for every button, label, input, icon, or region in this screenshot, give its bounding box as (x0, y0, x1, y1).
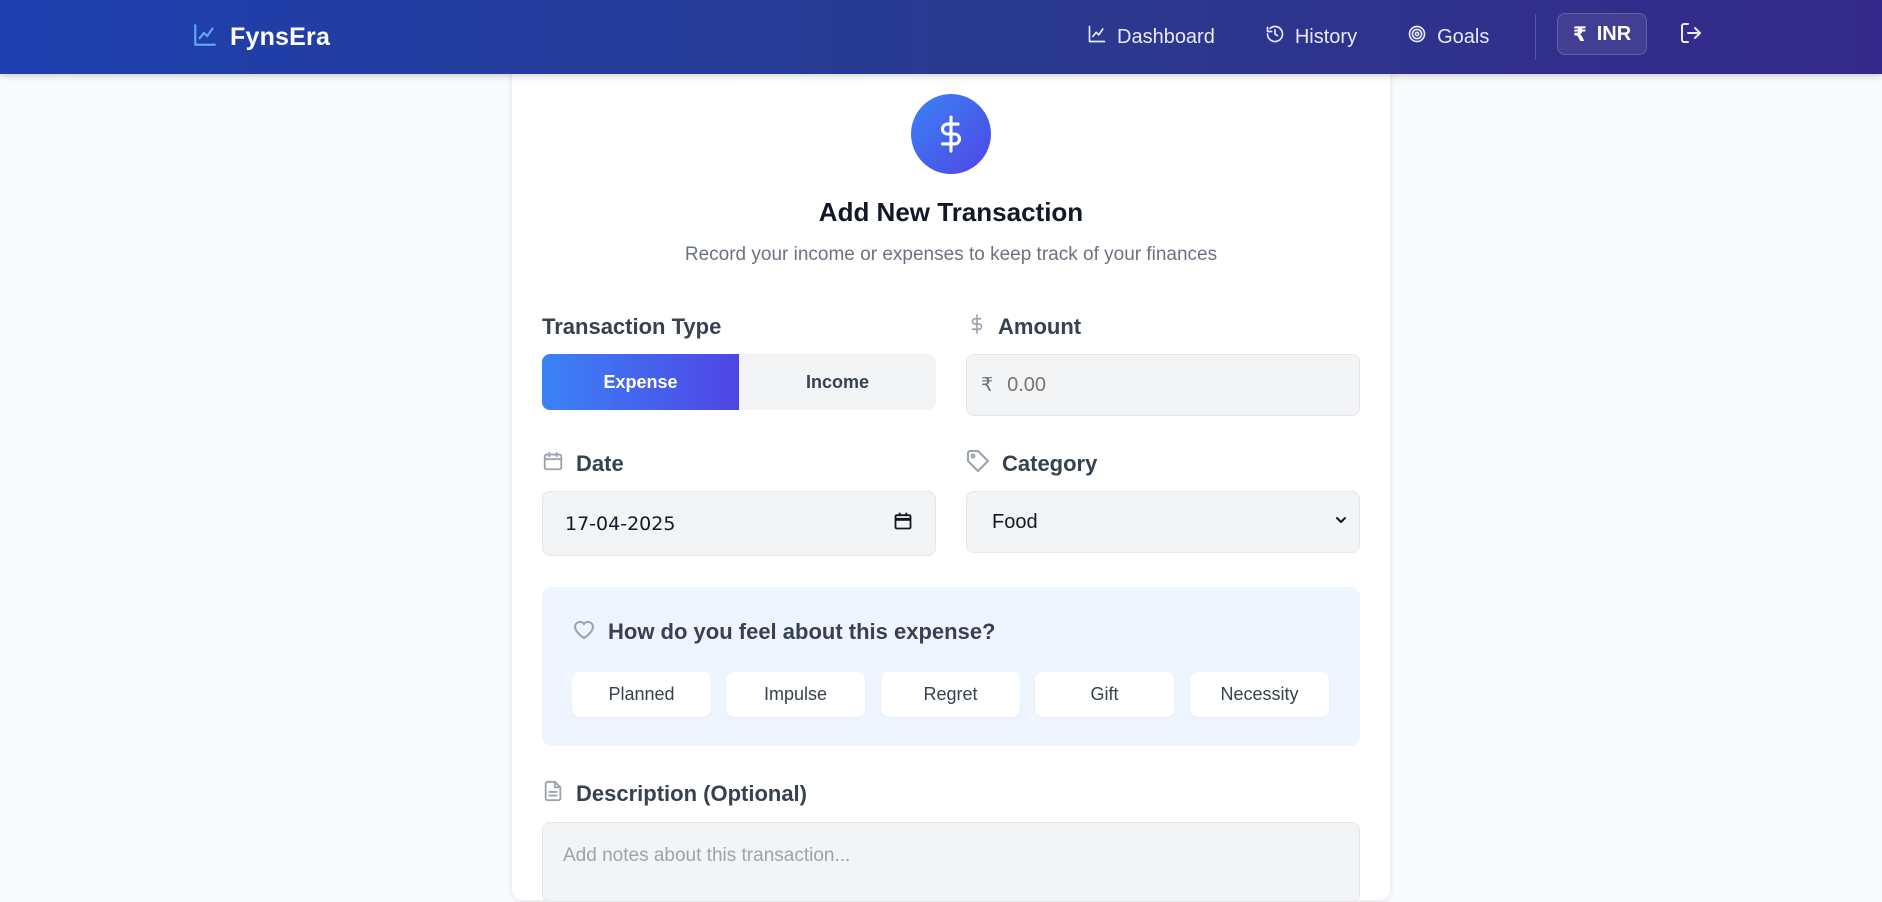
logout-button[interactable] (1676, 20, 1706, 50)
page-subtitle: Record your income or expenses to keep t… (684, 244, 1218, 265)
transaction-type-label: Transaction Type (542, 311, 721, 343)
description-label: Description (Optional) (542, 778, 807, 810)
calendar-icon (542, 449, 564, 479)
description-label-text: Description (Optional) (576, 781, 807, 806)
nav-goals-label: Goals (1437, 25, 1490, 48)
document-icon (542, 779, 564, 809)
currency-selector-button[interactable]: ₹ INR (1557, 13, 1647, 55)
top-navbar: FynsEra Dashboard History Goals ₹ INR (0, 0, 1882, 74)
date-value: 17-04-2025 (565, 512, 676, 535)
history-icon (1265, 24, 1285, 50)
nav-dashboard-label: Dashboard (1117, 25, 1215, 48)
chart-line-icon (1087, 24, 1107, 50)
feeling-chip-regret[interactable]: Regret (881, 672, 1020, 717)
expense-feeling-panel (542, 587, 1360, 746)
feeling-chip-impulse[interactable]: Impulse (726, 672, 865, 717)
dollar-icon (968, 311, 986, 343)
tag-icon (966, 449, 990, 479)
nav-goals[interactable]: Goals (1407, 24, 1489, 50)
expense-toggle-button[interactable]: Expense (542, 354, 739, 410)
currency-code: INR (1596, 22, 1632, 45)
feeling-question: How do you feel about this expense? (572, 618, 996, 646)
nav-dashboard[interactable]: Dashboard (1087, 24, 1215, 50)
heart-icon (572, 618, 596, 646)
logout-icon (1679, 21, 1703, 50)
date-input[interactable]: 17-04-2025 (542, 491, 936, 556)
page-title: Add New Transaction (818, 197, 1084, 227)
date-label-text: Date (576, 451, 624, 476)
rupee-icon: ₹ (1572, 23, 1587, 46)
transaction-type-toggle: Expense Income (542, 354, 936, 410)
category-label: Category (966, 448, 1097, 480)
category-value: Food (992, 510, 1038, 533)
feeling-chip-necessity[interactable]: Necessity (1190, 672, 1329, 717)
nav-history[interactable]: History (1265, 24, 1357, 50)
chevron-down-icon (1333, 511, 1349, 534)
feeling-chip-planned[interactable]: Planned (572, 672, 711, 717)
target-icon (1407, 24, 1427, 50)
transaction-form-card (512, 60, 1390, 900)
dollar-icon (911, 94, 991, 174)
transaction-type-label-text: Transaction Type (542, 314, 722, 339)
amount-input[interactable] (1007, 373, 1328, 397)
date-label: Date (542, 448, 624, 480)
description-textarea[interactable]: Add notes about this transaction... (542, 822, 1360, 902)
brand[interactable]: FynsEra (192, 20, 330, 54)
feeling-chip-gift[interactable]: Gift (1035, 672, 1174, 717)
category-label-text: Category (1002, 451, 1098, 476)
chart-line-icon (192, 22, 218, 53)
nav-divider (1535, 14, 1536, 60)
income-toggle-button[interactable]: Income (739, 354, 936, 410)
amount-field: ₹ (966, 354, 1360, 416)
main-nav: Dashboard History Goals (1087, 0, 1539, 74)
amount-label-text: Amount (998, 314, 1082, 339)
brand-name: FynsEra (230, 22, 331, 51)
rupee-icon: ₹ (981, 374, 994, 396)
feeling-question-text: How do you feel about this expense? (608, 619, 996, 644)
description-placeholder: Add notes about this transaction... (563, 845, 851, 866)
nav-history-label: History (1294, 25, 1358, 48)
calendar-picker-icon[interactable] (893, 511, 913, 537)
category-select[interactable]: Food (966, 491, 1360, 553)
amount-label: Amount (968, 311, 1081, 343)
